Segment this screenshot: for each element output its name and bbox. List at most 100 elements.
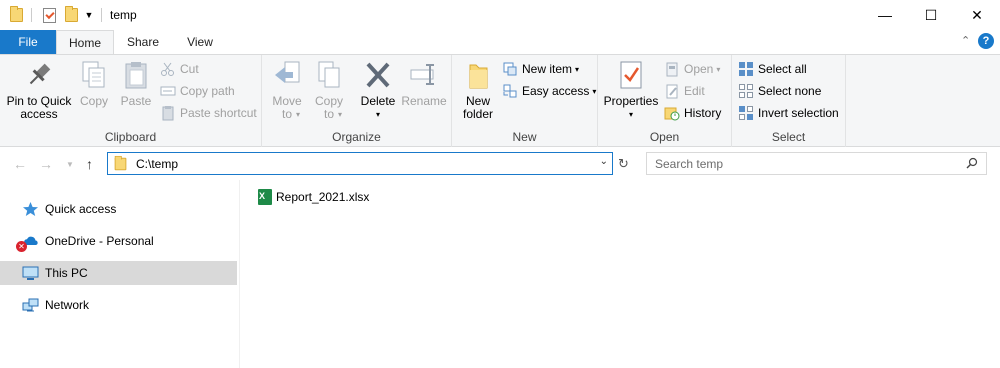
invert-selection-button[interactable]: Invert selection (738, 103, 839, 123)
copy-to-icon (313, 59, 345, 91)
file-item[interactable]: Report_2021.xlsx (258, 188, 369, 206)
pin-to-quick-access-button[interactable]: Pin to Quick access (4, 59, 74, 121)
folder-icon (114, 155, 127, 170)
new-group-label: New (512, 130, 537, 144)
refresh-icon[interactable]: ↻ (618, 156, 629, 172)
copy-path-icon (160, 83, 176, 99)
delete-button[interactable]: Delete ▾ (360, 59, 396, 121)
invert-selection-icon (738, 105, 754, 121)
forward-arrow-icon[interactable]: → (39, 156, 53, 172)
edit-icon (664, 83, 680, 99)
search-icon[interactable] (966, 157, 978, 169)
paste-shortcut-label: Paste shortcut (180, 106, 257, 120)
folder-icon (8, 6, 24, 24)
error-badge-icon: ✕ (16, 241, 27, 252)
copy-path-label: Copy path (180, 84, 235, 98)
copy-icon (78, 59, 110, 91)
pin-label-2: access (20, 107, 58, 121)
address-path: C:\temp (136, 156, 179, 171)
open-icon (664, 61, 680, 77)
delete-x-icon (362, 59, 394, 91)
ribbon: Pin to Quick access Copy Paste Cut Copy … (0, 54, 1000, 147)
address-bar[interactable]: C:\temp ⌄ (107, 152, 613, 175)
tab-file[interactable]: File (0, 30, 56, 54)
title-bar: ▼ temp — ☐ ✕ (0, 0, 1000, 30)
move-to-label-2: to (281, 107, 292, 121)
cut-button[interactable]: Cut (160, 59, 199, 79)
move-to-button[interactable]: Move to ▾ (270, 59, 304, 121)
close-button[interactable]: ✕ (954, 0, 1000, 30)
copy-to-label-2: to (323, 107, 334, 121)
search-input[interactable]: Search temp (646, 152, 987, 175)
organize-group-label: Organize (332, 130, 381, 144)
divider (31, 8, 32, 22)
tab-share[interactable]: Share (116, 30, 170, 54)
file-name: Report_2021.xlsx (276, 190, 370, 204)
select-all-label: Select all (758, 62, 807, 76)
recent-locations-chevron-icon[interactable]: ▼ (66, 160, 74, 169)
new-folder-quick-icon[interactable] (63, 6, 79, 24)
search-placeholder: Search temp (655, 156, 724, 171)
easy-access-icon (502, 83, 518, 99)
tab-view[interactable]: View (172, 30, 228, 54)
paste-shortcut-button[interactable]: Paste shortcut (160, 103, 257, 123)
history-button[interactable]: History (664, 103, 721, 123)
up-arrow-icon[interactable]: ↑ (86, 156, 93, 172)
select-none-icon (738, 83, 754, 99)
copy-label: Copy (79, 94, 108, 108)
copy-path-button[interactable]: Copy path (160, 81, 235, 101)
back-arrow-icon[interactable]: ← (13, 156, 27, 172)
nav-item-quick-access[interactable]: Quick access (0, 197, 237, 221)
history-label: History (684, 106, 722, 120)
edit-button[interactable]: Edit (664, 81, 705, 101)
help-icon[interactable]: ? (978, 33, 994, 49)
select-group: Select all Select none Invert selection … (732, 55, 846, 147)
scissors-icon (160, 61, 176, 77)
excel-file-icon (258, 189, 272, 205)
divider (101, 8, 102, 22)
tab-home[interactable]: Home (56, 30, 114, 55)
nav-label: This PC (45, 266, 88, 280)
network-icon (22, 297, 39, 313)
open-button[interactable]: Open ▾ (664, 59, 720, 79)
rename-button[interactable]: Rename (401, 59, 447, 108)
rename-icon (408, 59, 440, 91)
computer-icon (22, 265, 39, 281)
nav-item-this-pc[interactable]: This PC (0, 261, 237, 285)
select-none-button[interactable]: Select none (738, 81, 821, 101)
new-folder-icon (462, 59, 494, 91)
easy-access-button[interactable]: Easy access ▾ (502, 81, 596, 101)
nav-item-network[interactable]: Network (0, 293, 237, 317)
address-row: ← → ▼ ↑ C:\temp ⌄ ↻ Search temp (0, 147, 1000, 180)
properties-icon (615, 59, 647, 91)
customize-quick-access-icon[interactable]: ▼ (83, 6, 95, 24)
new-item-icon (502, 61, 518, 77)
properties-button[interactable]: Properties ▾ (602, 59, 660, 121)
new-folder-button[interactable]: New folder (458, 59, 498, 121)
maximize-button[interactable]: ☐ (908, 0, 954, 30)
select-none-label: Select none (758, 84, 822, 98)
rename-label: Rename (401, 94, 447, 108)
copy-to-button[interactable]: Copy to ▾ (312, 59, 346, 121)
properties-quick-icon[interactable] (40, 6, 58, 24)
nav-label: Quick access (45, 202, 117, 216)
paste-label: Paste (120, 94, 152, 108)
clipboard-group: Pin to Quick access Copy Paste Cut Copy … (0, 55, 262, 147)
cut-label: Cut (180, 62, 199, 76)
open-group-label: Open (649, 130, 680, 144)
invert-selection-label: Invert selection (758, 106, 839, 120)
paste-button[interactable]: Paste (116, 59, 156, 108)
collapse-ribbon-icon[interactable]: ⌃ (961, 34, 970, 47)
pin-icon (23, 59, 55, 91)
nav-item-onedrive[interactable]: ✕ OneDrive - Personal (0, 229, 237, 253)
new-item-button[interactable]: New item ▾ (502, 59, 579, 79)
nav-label: Network (45, 298, 90, 312)
select-all-button[interactable]: Select all (738, 59, 807, 79)
select-group-label: Select (771, 130, 806, 144)
paste-shortcut-icon (160, 105, 176, 121)
address-dropdown-chevron-icon[interactable]: ⌄ (600, 156, 608, 167)
navigation-pane: Quick access ✕ OneDrive - Personal This … (0, 180, 240, 368)
edit-label: Edit (684, 84, 705, 98)
minimize-button[interactable]: — (862, 0, 908, 30)
copy-button[interactable]: Copy (76, 59, 112, 108)
